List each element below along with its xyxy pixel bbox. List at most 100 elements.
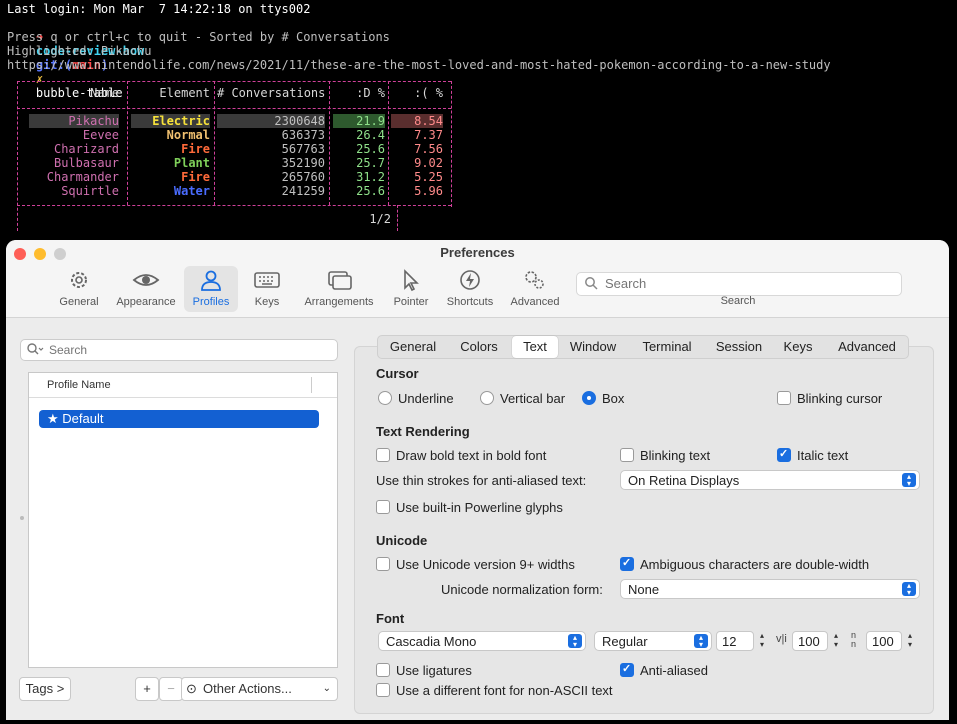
page-indicator: 1/2: [369, 212, 391, 226]
cursor-icon: [388, 268, 434, 296]
toolbar-keys[interactable]: Keys: [246, 266, 288, 312]
tab-colors[interactable]: Colors: [446, 336, 512, 358]
profile-list[interactable]: Profile Name ★ Default: [28, 372, 338, 668]
font-size-stepper[interactable]: ▴ ▾: [756, 631, 768, 651]
profile-list-header[interactable]: Profile Name: [29, 373, 337, 398]
toolbar-advanced[interactable]: Advanced: [506, 266, 564, 312]
tab-advanced[interactable]: Advanced: [830, 336, 904, 358]
table-cell-happy: 25.7: [356, 156, 385, 170]
url-line: https://www.nintendolife.com/news/2021/1…: [7, 58, 831, 72]
anti-aliased-checkbox[interactable]: [620, 662, 634, 677]
tags-button[interactable]: Tags >: [19, 677, 71, 701]
toolbar-appearance[interactable]: Appearance: [110, 266, 182, 312]
search-label: Search: [720, 295, 756, 307]
other-actions-menu[interactable]: ⊙ Other Actions... ⌄: [181, 677, 338, 701]
anti-aliased-label: Anti-aliased: [640, 663, 708, 678]
toolbar-shortcuts-label: Shortcuts: [446, 296, 494, 308]
non-ascii-font-label: Use a different font for non-ASCII text: [396, 683, 613, 698]
ligatures-label: Use ligatures: [396, 663, 472, 678]
toolbar-general[interactable]: General: [56, 266, 102, 312]
thin-strokes-popup[interactable]: On Retina Displays ▴ ▾: [620, 470, 920, 490]
ambiguous-double-width-checkbox[interactable]: [620, 556, 634, 571]
cursor-underline-label: Underline: [398, 391, 454, 406]
blinking-cursor-checkbox[interactable]: [777, 391, 791, 405]
split-handle[interactable]: [20, 516, 24, 520]
normalization-label: Unicode normalization form:: [441, 582, 603, 597]
person-icon: [184, 268, 238, 296]
font-size-field[interactable]: 12: [716, 631, 754, 651]
profile-search-field[interactable]: [20, 339, 338, 361]
search-input[interactable]: [603, 275, 887, 292]
table-cell-happy: 31.2: [356, 170, 385, 184]
col-divider-3: [329, 81, 330, 205]
italic-text-checkbox[interactable]: [777, 447, 791, 462]
font-family-popup[interactable]: Cascadia Mono ▴ ▾: [378, 631, 586, 651]
vertical-spacing-icon: nn: [851, 630, 857, 649]
normalization-popup[interactable]: None ▴ ▾: [620, 579, 920, 599]
cursor-box-radio[interactable]: [582, 391, 596, 405]
gear-icon: [56, 268, 102, 296]
normalization-value: None: [628, 582, 660, 597]
preferences-search[interactable]: [576, 272, 902, 296]
powerline-checkbox[interactable]: [376, 500, 390, 514]
italic-text-label: Italic text: [797, 448, 849, 463]
profile-search-input[interactable]: [47, 342, 331, 358]
ellipsis-circle-icon: ⊙: [186, 681, 197, 696]
popup-arrows-icon: ▴ ▾: [902, 473, 916, 488]
toolbar-profiles[interactable]: Profiles: [184, 266, 238, 312]
highlighted-line: Highlighted: Pikachu: [7, 44, 152, 58]
tab-text[interactable]: Text: [512, 336, 558, 358]
powerline-label: Use built-in Powerline glyphs: [396, 500, 563, 515]
table-cell-sad: 8.54: [391, 114, 443, 128]
add-profile-button[interactable]: +: [135, 677, 159, 701]
tab-terminal[interactable]: Terminal: [634, 336, 700, 358]
terminal-window[interactable]: Last login: Mon Mar 7 14:22:18 on ttys00…: [0, 0, 957, 240]
table-cell-name: Squirtle: [61, 184, 119, 198]
table-cell-conversations: 567763: [281, 142, 325, 156]
search-icon: [26, 342, 44, 361]
table-cell-sad: 9.02: [414, 156, 443, 170]
blinking-text-label: Blinking text: [640, 448, 711, 463]
popup-arrows-icon: ▴ ▾: [902, 582, 916, 597]
cursor-vertical-bar-radio[interactable]: [480, 391, 494, 405]
blinking-text-checkbox[interactable]: [620, 448, 634, 462]
horizontal-spacing-stepper[interactable]: ▴ ▾: [830, 631, 842, 651]
tab-window[interactable]: Window: [560, 336, 626, 358]
table-left-border: [17, 81, 18, 231]
vertical-spacing-field[interactable]: 100: [866, 631, 902, 651]
table-cell-conversations: 2300648: [217, 114, 325, 128]
vertical-spacing-stepper[interactable]: ▴ ▾: [904, 631, 916, 651]
profile-name-column-header[interactable]: Profile Name: [47, 379, 111, 391]
profile-tab-bar[interactable]: General Colors Text Window Terminal Sess…: [377, 335, 909, 359]
tab-keys[interactable]: Keys: [772, 336, 824, 358]
bold-in-bold-checkbox[interactable]: [376, 448, 390, 462]
profile-item-label: Default: [62, 411, 104, 426]
profile-item-default[interactable]: ★ Default: [39, 410, 319, 428]
bubble-table[interactable]: Name Element # Conversations :D % :( % P…: [17, 79, 453, 231]
font-style-popup[interactable]: Regular ▴ ▾: [594, 631, 712, 651]
non-ascii-font-checkbox[interactable]: [376, 683, 390, 697]
column-divider: [311, 377, 312, 393]
ligatures-checkbox[interactable]: [376, 663, 390, 677]
help-line: Press q or ctrl+c to quit - Sorted by # …: [7, 30, 390, 44]
table-cell-element: Normal: [166, 128, 210, 142]
horizontal-spacing-field[interactable]: 100: [792, 631, 828, 651]
cursor-vertical-bar-label: Vertical bar: [500, 391, 566, 406]
font-family-value: Cascadia Mono: [386, 634, 477, 649]
table-cell-element: Fire: [181, 170, 210, 184]
toolbar-general-label: General: [59, 296, 99, 308]
tab-general[interactable]: General: [380, 336, 446, 358]
unicode-v9-checkbox[interactable]: [376, 557, 390, 571]
preferences-window[interactable]: Preferences General Appearance Profiles …: [6, 240, 949, 720]
toolbar-arrangements[interactable]: Arrangements: [298, 266, 380, 312]
toolbar-shortcuts[interactable]: Shortcuts: [442, 266, 498, 312]
tab-session[interactable]: Session: [706, 336, 772, 358]
cursor-underline-radio[interactable]: [378, 391, 392, 405]
table-cell-conversations: 636373: [281, 128, 325, 142]
toolbar-pointer[interactable]: Pointer: [388, 266, 434, 312]
windows-icon: [298, 268, 380, 296]
bold-in-bold-label: Draw bold text in bold font: [396, 448, 547, 463]
remove-profile-button[interactable]: −: [159, 677, 183, 701]
col-divider-4: [388, 81, 389, 205]
blinking-cursor-label: Blinking cursor: [797, 391, 883, 406]
